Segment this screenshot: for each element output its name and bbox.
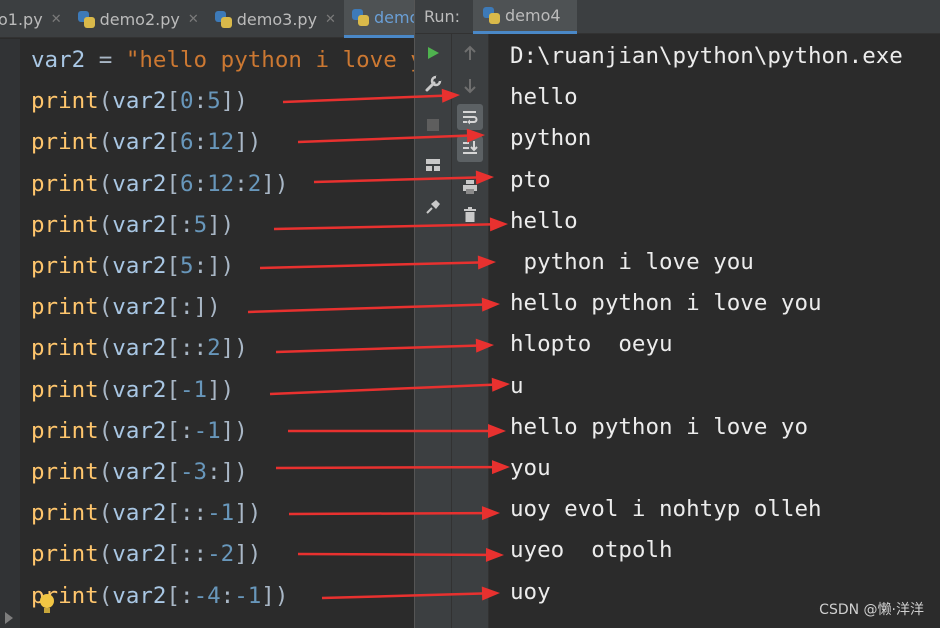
run-tool-window: Run: demo4 D:\ruanjian\python\python.exe…	[414, 0, 940, 628]
stop-icon[interactable]	[420, 112, 446, 138]
console-line: pto	[510, 166, 551, 193]
watermark: CSDN @懒·洋洋	[819, 602, 924, 618]
lightbulb-icon[interactable]	[38, 592, 58, 616]
code-line[interactable]: print(var2[::2])	[31, 328, 248, 369]
tab-demo1[interactable]: o1.py ✕	[0, 0, 70, 38]
code-line[interactable]: print(var2[-1])	[31, 370, 234, 411]
code-line[interactable]: print(var2[::-2])	[31, 534, 261, 575]
close-icon[interactable]: ✕	[325, 12, 336, 27]
code-line[interactable]: print(var2[-3:])	[31, 452, 248, 493]
console-line: hlopto oeyu	[510, 331, 673, 358]
tab-demo2[interactable]: demo2.py ✕	[70, 0, 207, 38]
print-icon[interactable]	[457, 174, 483, 200]
console-line: hello	[510, 84, 578, 111]
code-line[interactable]: print(var2[6:12:2])	[31, 164, 288, 205]
run-header: Run: demo4	[415, 0, 940, 34]
layout-icon[interactable]	[420, 152, 446, 178]
code-line[interactable]: print(var2[:5])	[31, 205, 234, 246]
close-icon[interactable]: ✕	[188, 12, 199, 27]
code-editor[interactable]: o1.py ✕ demo2.py ✕ demo3.py ✕ demo var2 …	[0, 0, 414, 628]
tab-label: demo2.py	[99, 9, 180, 29]
console-line: hello python i love you	[510, 290, 822, 317]
python-file-icon	[77, 10, 95, 28]
tab-demo4[interactable]: demo	[343, 0, 414, 38]
run-tab-demo4[interactable]: demo4	[473, 0, 577, 34]
arrow-down-icon[interactable]	[457, 73, 483, 99]
code-line[interactable]: print(var2[0:5])	[31, 81, 248, 122]
console-output[interactable]: D:\ruanjian\python\python.exe hello python…	[490, 34, 940, 628]
code-line[interactable]: var2 = "hello python i love you"	[31, 40, 414, 81]
code-line[interactable]: print(var2[::-1])	[31, 493, 261, 534]
tab-label: demo	[373, 8, 414, 27]
close-icon[interactable]: ✕	[51, 12, 62, 27]
console-line: D:\ruanjian\python\python.exe	[510, 43, 903, 69]
python-file-icon	[483, 7, 500, 24]
console-line: you	[510, 455, 551, 481]
code-line[interactable]: print(var2[:])	[31, 287, 221, 328]
console-line: python	[510, 125, 592, 152]
wrench-icon[interactable]	[420, 71, 446, 97]
pin-icon[interactable]	[420, 194, 446, 220]
python-file-icon	[351, 9, 369, 26]
console-line: python i love you	[510, 249, 754, 275]
tab-label: o1.py	[0, 9, 43, 29]
soft-wrap-icon[interactable]	[457, 104, 483, 130]
console-line: hello python i love yo	[510, 413, 809, 440]
trash-icon[interactable]	[457, 202, 483, 228]
console-line: hello	[510, 207, 578, 234]
run-tab-label: demo4	[505, 6, 561, 25]
tab-label: demo3.py	[236, 9, 318, 29]
code-line[interactable]: print(var2[:-4:-1])	[31, 576, 288, 617]
console-line: u	[510, 372, 524, 399]
run-label: Run:	[424, 7, 461, 26]
run-toolbar-right	[452, 34, 489, 628]
tab-demo3[interactable]: demo3.py ✕	[207, 0, 344, 38]
arrow-up-icon[interactable]	[457, 40, 483, 66]
console-line: uyeo otpolh	[510, 537, 673, 564]
python-file-icon	[214, 10, 232, 28]
editor-gutter	[0, 39, 20, 628]
editor-tab-bar: o1.py ✕ demo2.py ✕ demo3.py ✕ demo	[0, 0, 414, 38]
code-line[interactable]: print(var2[6:12])	[31, 122, 261, 163]
code-line[interactable]: print(var2[5:])	[31, 246, 234, 287]
scroll-to-end-icon[interactable]	[457, 136, 483, 162]
run-icon[interactable]	[420, 40, 446, 66]
console-line: uoy	[510, 578, 551, 605]
run-toolbar-left	[415, 34, 452, 628]
code-line[interactable]: print(var2[:-1])	[31, 411, 248, 452]
console-line: uoy evol i nohtyp olleh	[510, 496, 822, 523]
fold-marker-icon[interactable]	[5, 612, 13, 624]
